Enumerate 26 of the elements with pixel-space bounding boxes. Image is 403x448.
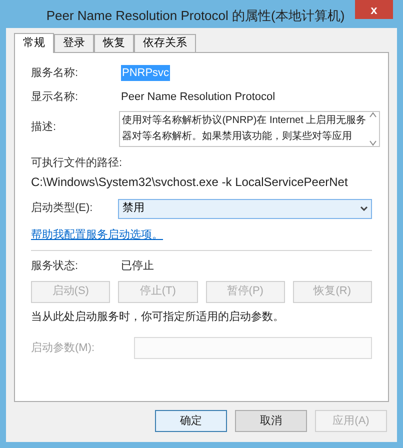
field-label: 显示名称: [31, 90, 80, 105]
description-text: 使用对等名称解析协议(PNRP)在 Internet 上启用无服务器对等名称解析。如果禁用该功能，则某些对等应用 [121, 114, 367, 144]
tab[interactable]: 常规 [14, 33, 54, 53]
tab[interactable]: 依存关系 [134, 34, 196, 52]
field-label: 启动参数(M): [31, 340, 96, 356]
start-hint: 当从此处启动服务时，你可指定所适用的启动参数。 [31, 310, 285, 324]
field-label: 服务名称: [31, 66, 80, 81]
field-label: 启动类型(E): [31, 200, 94, 216]
display-name-value: Peer Name Resolution Protocol [121, 90, 276, 105]
executable-path: C:\Windows\System32\svchost.exe -k LocalServicePeerNet [31, 174, 349, 190]
service-name-value: PNRPsvc [121, 64, 170, 82]
window-title: Peer Name Resolution Protocol 的属性(本地计算机) [46, 7, 345, 25]
help-link[interactable]: 帮助我配置服务启动选项。 [31, 226, 163, 243]
dialog-button[interactable]: 确定 [155, 410, 227, 432]
startup-type-dropdown[interactable]: 禁用 [118, 198, 372, 218]
field-label: 描述: [31, 120, 58, 135]
dialog-button[interactable]: 取消 [235, 410, 307, 432]
scroll-down-icon[interactable] [369, 140, 377, 146]
field-label: 可执行文件的路径: [31, 156, 124, 171]
scroll-up-icon[interactable] [369, 112, 377, 118]
tab[interactable]: 恢复 [94, 34, 134, 52]
close-button[interactable]: x [355, 0, 393, 19]
service-status-value: 已停止 [121, 259, 154, 274]
tab[interactable]: 登录 [54, 34, 94, 52]
field-label: 服务状态: [31, 258, 80, 274]
scrollbar[interactable] [367, 112, 379, 146]
